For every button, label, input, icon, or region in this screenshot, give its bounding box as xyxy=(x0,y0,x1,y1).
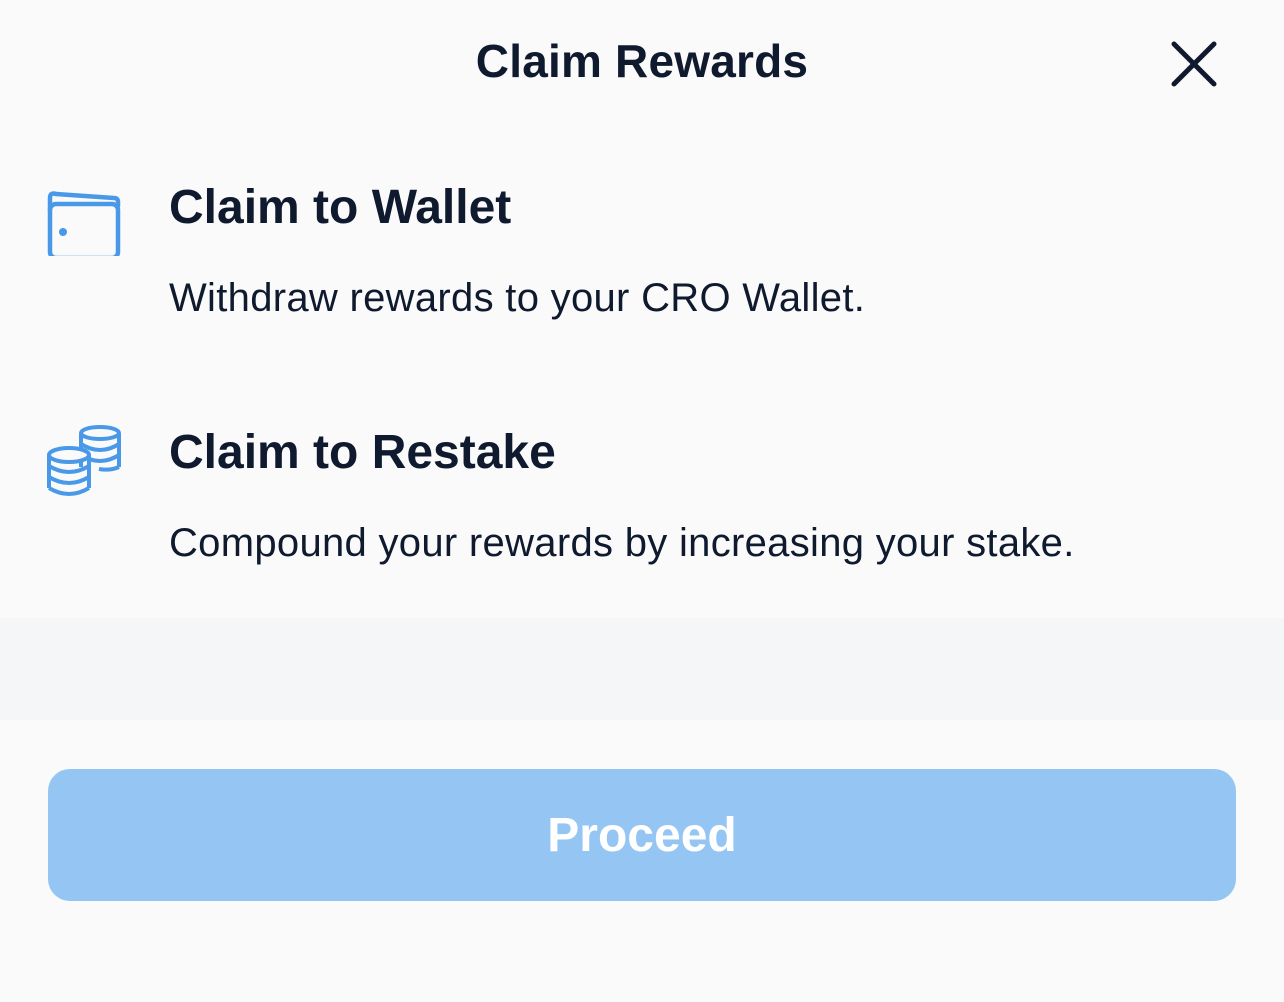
coins-stack-icon xyxy=(44,421,124,501)
option-description: Compound your rewards by increasing your… xyxy=(169,521,1075,565)
sheet-footer: Proceed xyxy=(0,720,1284,1002)
option-title: Claim to Wallet xyxy=(169,181,512,234)
close-icon xyxy=(1171,41,1217,87)
option-title: Claim to Restake xyxy=(169,426,556,479)
claim-rewards-sheet: Claim Rewards Claim to Wallet Withdraw r… xyxy=(0,0,1284,1002)
sheet-header: Claim Rewards xyxy=(0,0,1284,126)
wallet-icon xyxy=(44,176,124,261)
close-button[interactable] xyxy=(1162,32,1226,96)
sheet-title: Claim Rewards xyxy=(475,35,809,87)
option-claim-to-wallet[interactable]: Claim to Wallet Withdraw rewards to your… xyxy=(0,160,1284,360)
section-divider xyxy=(0,618,1284,720)
proceed-button[interactable]: Proceed xyxy=(48,769,1236,901)
option-description: Withdraw rewards to your CRO Wallet. xyxy=(169,276,866,320)
option-claim-to-restake[interactable]: Claim to Restake Compound your rewards b… xyxy=(0,405,1284,605)
